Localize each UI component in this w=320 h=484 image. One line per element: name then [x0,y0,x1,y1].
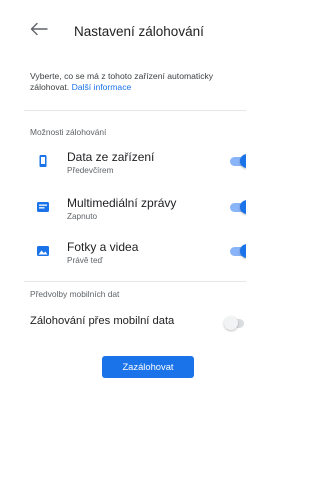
top-bar: Nastavení zálohování [0,0,246,44]
mobile-data-backup-label: Zálohování přes mobilní data [30,315,175,327]
divider [24,281,246,282]
photos-toggle[interactable] [230,244,246,258]
backup-now-button[interactable]: Zazálohovat [102,356,194,378]
backup-item-mms[interactable]: Multimediální zprávy Zapnuto [0,193,246,227]
backup-item-label: Data ze zařízení [67,150,155,164]
backup-item-device-data[interactable]: Data ze zařízení Předevčírem [0,147,246,181]
intro-line-2-prefix: zálohovat. [30,82,70,92]
back-arrow-icon[interactable] [30,22,48,36]
phone-icon [39,155,47,167]
backup-settings-screen: Nastavení zálohování Vyberte, co se má z… [0,0,246,484]
backup-item-status: Zapnuto [67,212,98,221]
intro-line-1: Vyberte, co se má z tohoto zařízení auto… [30,71,214,81]
intro-text: Vyberte, co se má z tohoto zařízení auto… [30,71,245,93]
backup-item-label: Fotky a videa [67,240,139,254]
backup-item-status: Právě teď [67,256,103,265]
divider [24,110,246,111]
backup-options-heading: Možnosti zálohování [30,127,107,137]
backup-item-label: Multimediální zprávy [67,196,177,210]
photo-icon [37,246,49,256]
intro-line-2: zálohovat. Další informace [30,82,245,93]
mobile-data-backup-row[interactable]: Zálohování přes mobilní data [0,313,246,333]
backup-item-photos[interactable]: Fotky a videa Právě teď [0,237,246,271]
mms-toggle[interactable] [230,200,246,214]
mobile-data-heading: Předvolby mobilních dat [30,289,120,299]
device-data-toggle[interactable] [230,154,246,168]
backup-item-status: Předevčírem [67,166,114,175]
toggle-knob [224,316,238,330]
mobile-data-toggle[interactable] [224,316,246,330]
page-title: Nastavení zálohování [74,24,204,39]
message-icon [37,202,49,212]
learn-more-link[interactable]: Další informace [72,82,132,92]
